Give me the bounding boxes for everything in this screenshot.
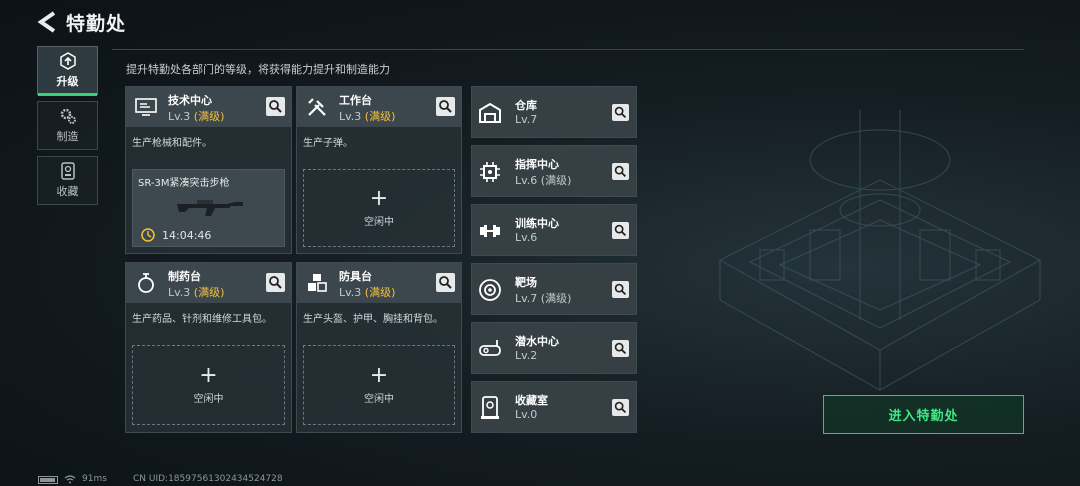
card-name: 靶场 bbox=[515, 276, 537, 289]
card-level: Lv.6 bbox=[515, 231, 538, 244]
armor-bench-icon bbox=[308, 274, 327, 292]
max-level-badge: (满级) bbox=[193, 110, 225, 123]
ping-indicator: 91ms bbox=[82, 474, 107, 484]
collection-icon bbox=[60, 162, 75, 180]
dumbbell-icon bbox=[480, 225, 500, 237]
card-name: 技术中心 bbox=[168, 94, 212, 107]
display-case-icon bbox=[481, 396, 499, 419]
diving-mask-icon bbox=[479, 340, 501, 356]
search-icon[interactable] bbox=[612, 340, 629, 357]
card-description: 生产药品、针剂和维修工具包。 bbox=[132, 314, 272, 325]
search-icon[interactable] bbox=[612, 163, 629, 180]
back-arrow-icon[interactable] bbox=[36, 10, 58, 34]
tab-label: 制造 bbox=[56, 130, 79, 143]
production-slot[interactable]: SR-3M紧凑突击步枪 14:04:46 bbox=[132, 169, 285, 247]
card-description: 生产头盔、护甲、胸挂和背包。 bbox=[303, 314, 443, 325]
card-level: Lv.6 (满级) bbox=[515, 174, 572, 187]
card-name: 指挥中心 bbox=[515, 158, 559, 171]
card-description: 生产枪械和配件。 bbox=[132, 138, 212, 149]
pharmacy-icon bbox=[138, 273, 154, 293]
page-title: 特勤处 bbox=[66, 13, 127, 35]
enter-special-ops-button[interactable]: 进入特勤处 bbox=[823, 395, 1024, 434]
max-level-badge: (满级) bbox=[540, 292, 572, 305]
upgrade-icon bbox=[59, 52, 76, 70]
workbench-icon bbox=[308, 98, 326, 116]
card-diving-center[interactable]: 潜水中心 Lv.2 bbox=[471, 322, 637, 374]
idle-label: 空闲中 bbox=[193, 393, 224, 405]
add-icon: + bbox=[369, 185, 389, 211]
search-icon[interactable] bbox=[266, 97, 285, 116]
search-icon[interactable] bbox=[436, 97, 455, 116]
tab-label: 收藏 bbox=[56, 185, 79, 198]
tab-upgrade[interactable]: 升级 bbox=[37, 46, 98, 96]
warehouse-icon bbox=[479, 102, 501, 123]
max-level-badge: (满级) bbox=[364, 286, 396, 299]
production-timer: 14:04:46 bbox=[162, 229, 212, 242]
search-icon[interactable] bbox=[612, 399, 629, 416]
empty-production-slot[interactable]: + 空闲中 bbox=[303, 345, 455, 425]
add-icon: + bbox=[199, 362, 218, 388]
card-name: 防具台 bbox=[339, 270, 372, 283]
user-uid: CN UID:185975613024345247​28 bbox=[133, 474, 283, 484]
card-level: Lv.3 (满级) bbox=[168, 110, 225, 123]
max-level-badge: (满级) bbox=[193, 286, 225, 299]
base-blueprint-illustration bbox=[718, 110, 1042, 391]
card-name: 工作台 bbox=[339, 94, 372, 107]
card-name: 仓库 bbox=[515, 99, 537, 112]
wifi-icon bbox=[64, 475, 76, 484]
idle-label: 空闲中 bbox=[364, 216, 394, 228]
card-command-center[interactable]: 指挥中心 Lv.6 (满级) bbox=[471, 145, 637, 197]
command-center-icon bbox=[480, 162, 500, 182]
card-pharmacy[interactable]: 制药台 Lv.3 (满级) 生产药品、针剂和维修工具包。 + 空闲中 bbox=[125, 262, 292, 433]
card-level: Lv.3 (满级) bbox=[339, 110, 396, 123]
add-icon: + bbox=[369, 362, 389, 388]
card-level: Lv.3 (满级) bbox=[339, 286, 396, 299]
tab-collection[interactable]: 收藏 bbox=[37, 156, 98, 205]
card-warehouse[interactable]: 仓库 Lv.7 bbox=[471, 86, 637, 138]
card-description: 生产子弹。 bbox=[303, 138, 353, 149]
battery-icon bbox=[38, 476, 58, 484]
card-name: 训练中心 bbox=[515, 217, 559, 230]
max-level-badge: (满级) bbox=[540, 174, 572, 187]
card-tech-center[interactable]: 技术中心 Lv.3 (满级) 生产枪械和配件。 SR-3M紧凑突击步枪 14:0… bbox=[125, 86, 292, 254]
header-divider bbox=[112, 49, 1024, 50]
card-level: Lv.7 bbox=[515, 113, 538, 126]
tab-label: 升级 bbox=[56, 75, 79, 88]
target-icon bbox=[479, 279, 501, 301]
card-shooting-range[interactable]: 靶场 Lv.7 (满级) bbox=[471, 263, 637, 315]
card-armor-bench[interactable]: 防具台 Lv.3 (满级) 生产头盔、护甲、胸挂和背包。 + 空闲中 bbox=[296, 262, 462, 433]
search-icon[interactable] bbox=[612, 222, 629, 239]
tech-center-icon bbox=[135, 98, 157, 116]
card-level: Lv.0 bbox=[515, 408, 538, 421]
tab-craft[interactable]: 制造 bbox=[37, 101, 98, 150]
search-icon[interactable] bbox=[612, 281, 629, 298]
max-level-badge: (满级) bbox=[364, 110, 396, 123]
idle-label: 空闲中 bbox=[364, 393, 394, 405]
search-icon[interactable] bbox=[612, 104, 629, 121]
card-level: Lv.3 (满级) bbox=[168, 286, 225, 299]
card-name: 收藏室 bbox=[515, 394, 548, 407]
empty-production-slot[interactable]: + 空闲中 bbox=[132, 345, 285, 425]
card-training-center[interactable]: 训练中心 Lv.6 bbox=[471, 204, 637, 256]
timer-icon bbox=[141, 228, 155, 242]
card-level: Lv.7 (满级) bbox=[515, 292, 572, 305]
search-icon[interactable] bbox=[436, 273, 455, 292]
gear-icon bbox=[60, 108, 76, 124]
page-subtitle: 提升特勤处各部门的等级，将获得能力提升和制造能力 bbox=[126, 63, 390, 76]
card-workbench[interactable]: 工作台 Lv.3 (满级) 生产子弹。 + 空闲中 bbox=[296, 86, 462, 254]
card-name: 制药台 bbox=[168, 270, 201, 283]
search-icon[interactable] bbox=[266, 273, 285, 292]
card-name: 潜水中心 bbox=[515, 335, 559, 348]
rifle-icon bbox=[177, 200, 243, 216]
production-item-name: SR-3M紧凑突击步枪 bbox=[138, 178, 230, 189]
card-collection-room[interactable]: 收藏室 Lv.0 bbox=[471, 381, 637, 433]
card-level: Lv.2 bbox=[515, 349, 538, 362]
empty-production-slot[interactable]: + 空闲中 bbox=[303, 169, 455, 247]
